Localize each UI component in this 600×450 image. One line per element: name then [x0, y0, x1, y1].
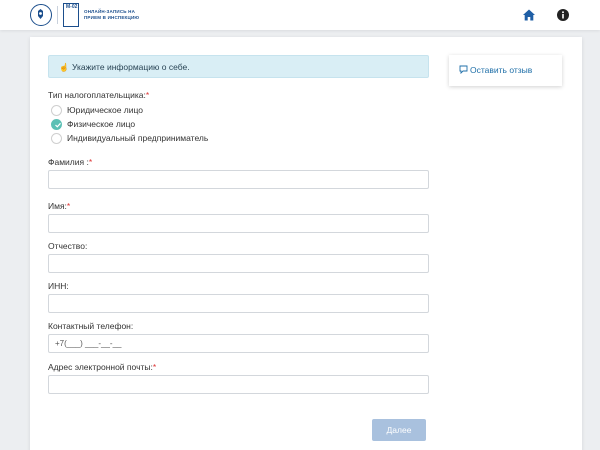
service-title-line2: ПРИЕМ В ИНСПЕКЦИЮ: [84, 14, 140, 20]
inn-label: ИНН:: [48, 281, 69, 291]
logo-divider: [57, 6, 58, 24]
service-title: ОНЛАЙН-ЗАПИСЬ НА ПРИЕМ В ИНСПЕКЦИЮ: [84, 9, 144, 20]
required-mark: *: [152, 362, 157, 372]
email-input[interactable]: [48, 375, 429, 394]
taxpayer-type-label: Тип налогоплательщика:*: [48, 90, 149, 100]
radio-individual[interactable]: Физическое лицо: [51, 118, 135, 130]
surname-label: Фамилия :*: [48, 157, 92, 167]
leave-feedback-button[interactable]: Оставить отзыв: [449, 55, 562, 86]
radio-legal-entity[interactable]: Юридическое лицо: [51, 104, 143, 116]
home-icon[interactable]: [522, 8, 536, 22]
service-title-line1: ОНЛАЙН-ЗАПИСЬ НА: [84, 9, 136, 14]
notice-text: Укажите информацию о себе.: [71, 62, 190, 72]
info-icon[interactable]: [556, 8, 570, 22]
next-button[interactable]: Далее: [372, 419, 426, 441]
surname-label-text: Фамилия :: [48, 157, 89, 167]
check-icon: [54, 122, 61, 128]
name-input[interactable]: [48, 214, 429, 233]
patronymic-input[interactable]: [48, 254, 429, 273]
pointing-hand-icon: ☝: [59, 63, 69, 72]
radio-button[interactable]: [51, 132, 62, 144]
top-bar: М-02 ОНЛАЙН-ЗАПИСЬ НА ПРИЕМ В ИНСПЕКЦИЮ: [0, 0, 600, 30]
comment-icon: [459, 65, 468, 75]
radio-label: Юридическое лицо: [67, 105, 144, 115]
fns-emblem-logo: [30, 4, 52, 26]
radio-label: Индивидуальный предприниматель: [67, 133, 209, 143]
info-notice: ☝ Укажите информацию о себе.: [48, 55, 429, 78]
radio-entrepreneur[interactable]: Индивидуальный предприниматель: [51, 132, 208, 144]
patronymic-label: Отчество:: [48, 241, 88, 251]
radio-button-checked[interactable]: [51, 118, 62, 130]
required-mark: *: [88, 157, 93, 167]
name-label: Имя:*: [48, 201, 70, 211]
service-logo-badge: М-02: [66, 4, 78, 10]
radio-button[interactable]: [51, 104, 62, 116]
feedback-label: Оставить отзыв: [470, 65, 533, 75]
required-mark: *: [145, 90, 150, 100]
radio-label: Физическое лицо: [67, 119, 136, 129]
email-label: Адрес электронной почты:*: [48, 362, 156, 372]
phone-label: Контактный телефон:: [48, 321, 134, 331]
surname-input[interactable]: [48, 170, 429, 189]
email-label-text: Адрес электронной почты:: [48, 362, 153, 372]
name-label-text: Имя:: [48, 201, 67, 211]
phone-input[interactable]: [48, 334, 429, 353]
taxpayer-type-label-text: Тип налогоплательщика:: [48, 90, 146, 100]
required-mark: *: [66, 201, 71, 211]
inn-input[interactable]: [48, 294, 429, 313]
